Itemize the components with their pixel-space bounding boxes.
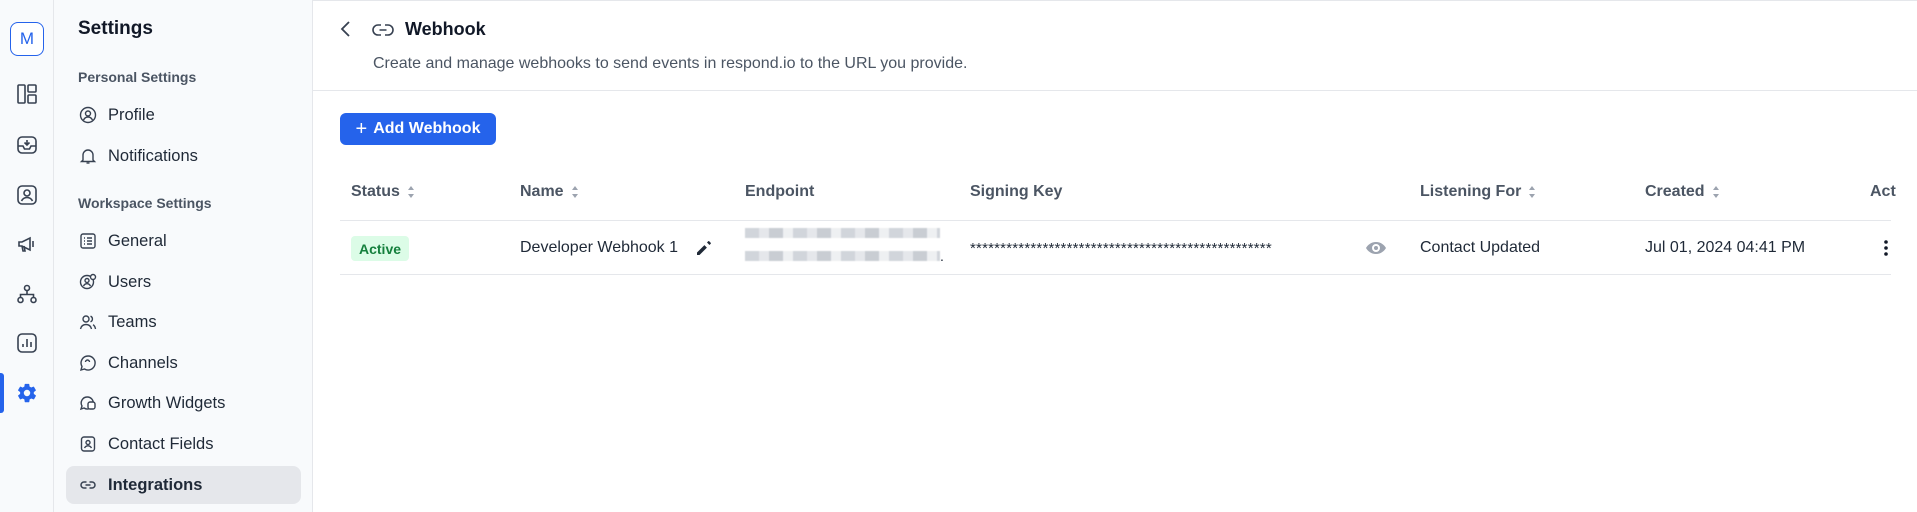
- sort-icon: [1528, 185, 1536, 199]
- column-header-label: Name: [520, 183, 564, 200]
- webhook-name: Developer Webhook 1: [520, 239, 679, 256]
- sort-icon: [407, 185, 415, 199]
- sidebar-item-users[interactable]: Users: [66, 263, 301, 301]
- team-icon: [78, 312, 98, 332]
- more-actions-icon[interactable]: [1876, 236, 1896, 260]
- column-header-name[interactable]: Name: [520, 183, 579, 201]
- column-header-signing-key: Signing Key: [970, 183, 1062, 201]
- column-header-label: Status: [351, 183, 400, 200]
- add-webhook-label: Add Webhook: [373, 120, 481, 137]
- plus-icon: +: [355, 118, 368, 140]
- contacts-icon[interactable]: [13, 181, 41, 209]
- sidebar-item-general[interactable]: General: [66, 222, 301, 260]
- column-header-status[interactable]: Status: [351, 183, 415, 201]
- sidebar-item-label: Growth Widgets: [108, 393, 226, 412]
- bell-icon: [78, 146, 98, 166]
- link-icon: [78, 475, 98, 495]
- broadcast-icon[interactable]: [13, 230, 41, 258]
- users-icon: [78, 272, 98, 292]
- endpoint-url-redacted: [745, 224, 941, 270]
- webhook-link-icon: [371, 19, 395, 41]
- sidebar-title: Settings: [78, 18, 153, 39]
- sidebar-item-profile[interactable]: Profile: [66, 96, 301, 134]
- column-header-listening-for[interactable]: Listening For: [1420, 183, 1536, 201]
- add-webhook-button[interactable]: + Add Webhook: [340, 113, 496, 145]
- signing-key-masked: ****************************************…: [970, 239, 1272, 257]
- sidebar-item-integrations[interactable]: Integrations: [66, 466, 301, 504]
- rail-active-indicator: [0, 373, 4, 413]
- sort-icon: [1712, 185, 1720, 199]
- reports-icon[interactable]: [13, 329, 41, 357]
- column-header-label: Created: [1645, 183, 1705, 200]
- settings-gear-icon[interactable]: [13, 379, 41, 407]
- status-badge: Active: [351, 236, 410, 261]
- sidebar-item-label: Users: [108, 272, 152, 291]
- page-title: Webhook: [405, 19, 486, 39]
- workspace-settings-heading: Workspace Settings: [78, 195, 212, 211]
- table-row-divider: [340, 274, 1891, 275]
- workspace-avatar[interactable]: M: [10, 22, 44, 56]
- sidebar-item-label: Channels: [108, 353, 178, 372]
- contact-card-icon: [78, 434, 98, 454]
- settings-sidebar: Settings Personal Settings Profile Notif…: [54, 0, 313, 512]
- sidebar-item-channels[interactable]: Channels: [66, 344, 301, 382]
- back-chevron-icon[interactable]: [335, 18, 357, 40]
- sidebar-item-label: Notifications: [108, 146, 198, 165]
- column-header-label: Listening For: [1420, 183, 1522, 200]
- sidebar-item-label: Integrations: [108, 475, 203, 494]
- sort-icon: [571, 185, 579, 199]
- page-header: Webhook Create and manage webhooks to se…: [313, 0, 1917, 91]
- edit-pencil-icon[interactable]: [695, 236, 713, 260]
- sidebar-item-growth-widgets[interactable]: Growth Widgets: [66, 384, 301, 422]
- eye-icon[interactable]: [1365, 236, 1387, 260]
- sidebar-item-label: Profile: [108, 105, 155, 124]
- table-header-divider: [340, 220, 1891, 221]
- user-circle-icon: [78, 105, 98, 125]
- sidebar-item-notifications[interactable]: Notifications: [66, 137, 301, 175]
- sidebar-item-label: General: [108, 231, 167, 250]
- page-description: Create and manage webhooks to send event…: [373, 55, 968, 72]
- listening-for-value: Contact Updated: [1420, 239, 1541, 256]
- workflow-icon[interactable]: [13, 280, 41, 308]
- column-header-label: Endpoint: [745, 183, 815, 200]
- list-icon: [78, 231, 98, 251]
- dashboard-icon[interactable]: [13, 80, 41, 108]
- endpoint-url-suffix: .: [940, 248, 944, 264]
- sidebar-item-label: Contact Fields: [108, 434, 214, 453]
- sidebar-item-label: Teams: [108, 312, 157, 331]
- personal-settings-heading: Personal Settings: [78, 69, 197, 85]
- app-rail: M: [0, 0, 54, 512]
- column-header-label: Signing Key: [970, 183, 1063, 200]
- chat-icon: [78, 353, 98, 373]
- created-date: Jul 01, 2024 04:41 PM: [1645, 239, 1806, 256]
- widget-icon: [78, 393, 98, 413]
- column-header-actions: Act: [1870, 183, 1896, 201]
- inbox-icon[interactable]: [13, 131, 41, 159]
- sidebar-item-contact-fields[interactable]: Contact Fields: [66, 425, 301, 463]
- column-header-label: Act: [1870, 183, 1896, 200]
- column-header-endpoint: Endpoint: [745, 183, 814, 201]
- sidebar-item-teams[interactable]: Teams: [66, 303, 301, 341]
- column-header-created[interactable]: Created: [1645, 183, 1720, 201]
